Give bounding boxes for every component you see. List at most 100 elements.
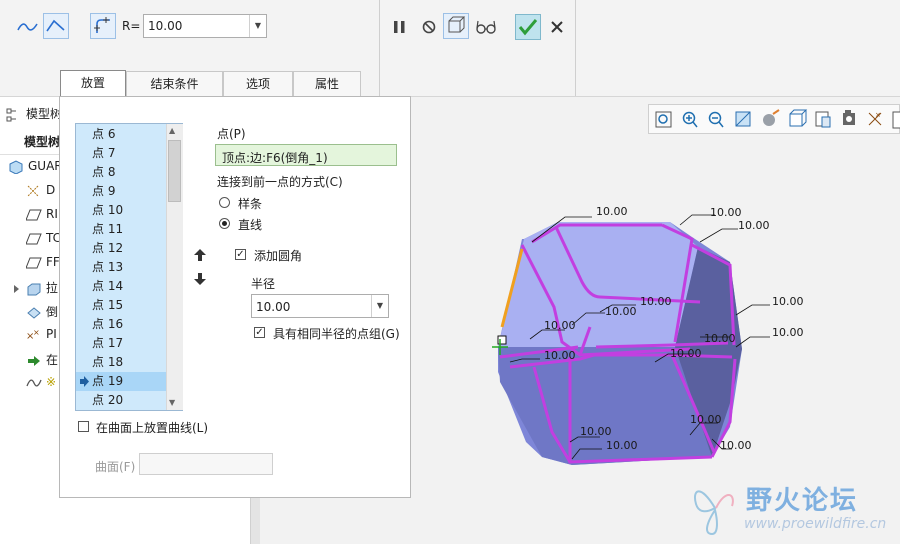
current-point-arrow-icon xyxy=(80,376,89,387)
tree-item-plane-right[interactable]: RI xyxy=(26,207,58,225)
surface-field[interactable] xyxy=(139,453,273,475)
verify-preview-button[interactable] xyxy=(474,15,500,41)
expand-arrow-icon[interactable] xyxy=(12,282,22,296)
model-tree-subheader: 模型树 xyxy=(24,135,61,149)
dimension-label[interactable]: 10.00 xyxy=(704,332,736,345)
cancel-button[interactable] xyxy=(545,15,571,41)
no-preview-button[interactable] xyxy=(417,15,443,41)
tree-item-round[interactable]: 倒 xyxy=(26,303,58,321)
move-up-button[interactable] xyxy=(193,248,207,262)
round-icon xyxy=(27,306,41,319)
refit-icon[interactable] xyxy=(655,111,672,128)
list-item[interactable]: 点 20 xyxy=(76,391,168,410)
view-toolbar: × xyxy=(648,104,900,134)
list-item[interactable]: 点 12 xyxy=(76,239,168,258)
perspective-view-icon[interactable] xyxy=(843,110,855,125)
datum-point-icon: ×× xyxy=(26,328,40,342)
watermark: 野火论坛 www.proewildfire.cn xyxy=(690,478,900,542)
tab-placement[interactable]: 放置 xyxy=(60,70,126,97)
dimension-label[interactable]: 10.00 xyxy=(772,295,804,308)
dimension-label[interactable]: 10.00 xyxy=(605,305,637,318)
scroll-down-icon[interactable]: ▼ xyxy=(169,398,175,407)
same-radius-checkbox[interactable]: ✓ xyxy=(254,327,265,338)
arrow-up-icon xyxy=(194,249,206,261)
view-manager-icon[interactable] xyxy=(815,111,831,128)
polyline-curve-button[interactable] xyxy=(43,13,69,39)
point-reference-value: 顶点:边:F6(倒角_1) xyxy=(222,151,328,165)
point-reference-field[interactable]: 顶点:边:F6(倒角_1) xyxy=(215,144,397,166)
saved-views-icon[interactable] xyxy=(789,109,808,127)
dimension-label[interactable]: 10.00 xyxy=(738,219,770,232)
svg-text:×: × xyxy=(33,328,40,337)
dimension-label[interactable]: 10.00 xyxy=(772,326,804,339)
zoom-in-icon[interactable] xyxy=(682,111,698,128)
pause-button[interactable] xyxy=(388,15,414,41)
list-item[interactable]: 点 17 xyxy=(76,334,168,353)
accept-button[interactable] xyxy=(515,14,541,40)
tab-end-conditions[interactable]: 结束条件 xyxy=(126,71,223,96)
round-radius-combo[interactable]: 10.00 ▼ xyxy=(251,294,389,318)
place-on-surface-checkbox[interactable] xyxy=(78,421,89,432)
dimension-label[interactable]: 10.00 xyxy=(690,413,722,426)
dimension-label[interactable]: 10.00 xyxy=(544,349,576,362)
feature-dashboard: R= 10.00 ▼ 放置 结束条件 选项 属性 xyxy=(0,0,900,97)
radius-combo[interactable]: 10.00 ▼ xyxy=(143,14,267,38)
chevron-down-icon[interactable]: ▼ xyxy=(249,15,266,37)
tab-properties[interactable]: 属性 xyxy=(293,71,361,96)
list-item[interactable]: 点 10 xyxy=(76,201,168,220)
list-item[interactable]: 点 18 xyxy=(76,353,168,372)
tab-options[interactable]: 选项 xyxy=(223,71,293,96)
add-round-toggle-button[interactable] xyxy=(90,13,116,39)
zoom-out-icon[interactable] xyxy=(708,111,724,128)
tree-item-plane-front[interactable]: FF xyxy=(26,255,60,273)
dimension-label[interactable]: 10.00 xyxy=(670,347,702,360)
tree-item-plane-top[interactable]: TC xyxy=(26,231,61,249)
line-radio[interactable] xyxy=(219,218,230,229)
list-item[interactable]: 点 13 xyxy=(76,258,168,277)
dimension-label[interactable]: 10.00 xyxy=(606,439,638,452)
scrollbar-thumb[interactable] xyxy=(168,140,181,202)
surface-label: 曲面(F) xyxy=(95,460,136,474)
add-round-checkbox[interactable]: ✓ xyxy=(235,249,246,260)
dimension-label[interactable]: 10.00 xyxy=(640,295,672,308)
tree-item-part[interactable]: GUAR xyxy=(8,159,63,177)
tree-item-extrude[interactable]: 拉 xyxy=(12,279,58,297)
display-style-icon[interactable] xyxy=(763,109,780,126)
datum-plane-icon xyxy=(26,233,42,244)
geometry-preview-button[interactable] xyxy=(443,13,469,39)
model-tree-header: 模型树 xyxy=(6,105,62,123)
tree-item-curve[interactable]: ※ xyxy=(26,375,56,393)
dimension-label[interactable]: 10.00 xyxy=(544,319,576,332)
line-option-label: 直线 xyxy=(238,218,263,232)
dimension-label[interactable]: 10.00 xyxy=(710,206,742,219)
scroll-up-icon[interactable]: ▲ xyxy=(169,126,175,135)
annotation-display-icon[interactable] xyxy=(892,111,900,129)
spline-curve-button[interactable] xyxy=(15,14,41,40)
datum-axis-icon xyxy=(27,185,39,196)
list-item[interactable]: 点 7 xyxy=(76,144,168,163)
list-item[interactable]: 点 9 xyxy=(76,182,168,201)
list-item[interactable]: 点 11 xyxy=(76,220,168,239)
repaint-icon[interactable] xyxy=(735,111,751,127)
move-down-button[interactable] xyxy=(193,272,207,286)
dimension-label[interactable]: 10.00 xyxy=(720,439,752,452)
same-radius-label: 具有相同半径的点组(G) xyxy=(273,327,400,341)
list-item[interactable]: 点 6 xyxy=(76,125,168,144)
list-item[interactable]: 点 16 xyxy=(76,315,168,334)
datum-display-icon[interactable]: × xyxy=(868,111,882,126)
tree-item-insert-here[interactable]: 在 xyxy=(26,351,58,369)
spline-radio[interactable] xyxy=(219,197,230,208)
point-list-scrollbar[interactable]: ▲ ▼ xyxy=(166,124,183,410)
chevron-down-icon[interactable]: ▼ xyxy=(371,295,388,317)
tab-label: 放置 xyxy=(80,76,105,90)
tree-item-datum-point[interactable]: × × PI xyxy=(26,327,57,345)
tree-item-datum-axis[interactable]: D xyxy=(26,183,55,201)
arrow-down-icon xyxy=(194,273,206,285)
dimension-label[interactable]: 10.00 xyxy=(580,425,612,438)
tab-label: 结束条件 xyxy=(150,77,199,91)
list-item[interactable]: 点 8 xyxy=(76,163,168,182)
dimension-label[interactable]: 10.00 xyxy=(596,205,628,218)
list-item[interactable]: 点 14 xyxy=(76,277,168,296)
list-item[interactable]: 点 15 xyxy=(76,296,168,315)
no-preview-icon xyxy=(422,20,436,34)
